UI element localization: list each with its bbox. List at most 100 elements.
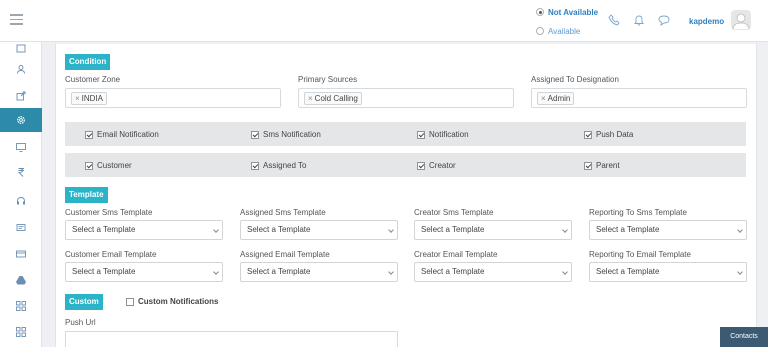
checkbox-label: Email Notification <box>97 130 159 139</box>
customer-zone-label: Customer Zone <box>65 75 121 84</box>
checkbox-label: Push Data <box>596 130 634 139</box>
select-value: Select a Template <box>72 267 136 276</box>
checkbox-checked-icon[interactable] <box>417 130 425 139</box>
chevron-down-icon <box>213 227 219 233</box>
checkbox-checked-icon[interactable] <box>85 130 93 139</box>
checkbox-checked-icon[interactable] <box>251 130 259 139</box>
sidebar-item-monitor[interactable] <box>0 135 42 159</box>
customer-zone-input[interactable]: × INDIA <box>65 88 281 108</box>
bell-icon[interactable] <box>633 14 645 26</box>
assigned-designation-input[interactable]: × Admin <box>531 88 747 108</box>
assigned-email-template-label: Assigned Email Template <box>240 250 330 259</box>
checkbox-label: Notification <box>429 130 469 139</box>
sidebar-item-drive[interactable] <box>0 268 42 292</box>
contacts-button[interactable]: Contacts <box>720 327 768 347</box>
avatar[interactable] <box>731 10 751 30</box>
monitor-icon <box>16 143 26 152</box>
creator-email-template-select[interactable]: Select a Template <box>414 262 572 282</box>
checkbox-checked-icon[interactable] <box>417 161 425 170</box>
checkbox-label: Parent <box>596 161 620 170</box>
checkbox-label: Customer <box>97 161 132 170</box>
sidebar-item-headset[interactable] <box>0 189 42 213</box>
customer-email-template-select[interactable]: Select a Template <box>65 262 223 282</box>
sidebar-item-apps[interactable] <box>0 320 42 344</box>
checkbox-label: Creator <box>429 161 456 170</box>
notification-types-row: Email Notification Sms Notification Noti… <box>65 122 746 146</box>
creator-email-template-label: Creator Email Template <box>414 250 498 259</box>
push-url-input[interactable] <box>65 331 398 347</box>
sidebar-item-grid[interactable] <box>0 294 42 318</box>
remove-tag-icon[interactable]: × <box>75 94 80 103</box>
main-panel: Condition Customer Zone × INDIA Primary S… <box>55 44 757 347</box>
remove-tag-icon[interactable]: × <box>541 94 546 103</box>
recipients-row: Customer Assigned To Creator Parent <box>65 153 746 177</box>
primary-sources-input[interactable]: × Cold Calling <box>298 88 514 108</box>
chevron-down-icon <box>562 269 568 275</box>
checkbox-unchecked-icon[interactable] <box>126 297 134 306</box>
push-data-checkbox[interactable]: Push Data <box>584 130 633 139</box>
assigned-designation-label: Assigned To Designation <box>531 75 619 84</box>
checkbox-label: Sms Notification <box>263 130 321 139</box>
checkbox-label: Assigned To <box>263 161 307 170</box>
assigned-to-checkbox[interactable]: Assigned To <box>251 161 306 170</box>
chevron-down-icon <box>562 227 568 233</box>
radio-unselected-icon[interactable] <box>536 27 544 35</box>
users-icon <box>17 65 25 74</box>
phone-icon[interactable] <box>608 14 620 26</box>
select-value: Select a Template <box>421 225 485 234</box>
headset-icon <box>17 197 25 205</box>
assigned-sms-template-select[interactable]: Select a Template <box>240 220 398 240</box>
user-name[interactable]: kapdemo <box>689 17 724 26</box>
sidebar-item-export[interactable] <box>0 84 42 108</box>
customer-sms-template-select[interactable]: Select a Template <box>65 220 223 240</box>
customer-sms-template-label: Customer Sms Template <box>65 208 153 217</box>
primary-source-tag[interactable]: × Cold Calling <box>304 92 362 105</box>
sidebar <box>0 42 42 347</box>
assigned-email-template-select[interactable]: Select a Template <box>240 262 398 282</box>
select-value: Select a Template <box>72 225 136 234</box>
sidebar-item-rupee[interactable] <box>0 160 42 184</box>
sidebar-item-settings[interactable] <box>0 108 42 132</box>
checkbox-checked-icon[interactable] <box>584 161 592 170</box>
creator-sms-template-label: Creator Sms Template <box>414 208 494 217</box>
settings-icon <box>17 116 25 124</box>
select-value: Select a Template <box>421 267 485 276</box>
message-icon <box>16 224 26 231</box>
chat-icon[interactable] <box>658 14 670 26</box>
creator-sms-template-select[interactable]: Select a Template <box>414 220 572 240</box>
status-available-option[interactable]: Available <box>536 25 598 37</box>
primary-sources-label: Primary Sources <box>298 75 358 84</box>
tag-label: INDIA <box>81 94 104 103</box>
select-value: Select a Template <box>247 267 311 276</box>
creator-checkbox[interactable]: Creator <box>417 161 456 170</box>
chevron-down-icon <box>737 269 743 275</box>
status-not-available-option[interactable]: Not Available <box>536 6 598 18</box>
chevron-down-icon <box>388 269 394 275</box>
remove-tag-icon[interactable]: × <box>308 94 313 103</box>
sidebar-item-users[interactable] <box>0 57 42 81</box>
reporting-sms-template-select[interactable]: Select a Template <box>589 220 747 240</box>
rupee-icon <box>17 168 24 177</box>
notification-checkbox[interactable]: Notification <box>417 130 469 139</box>
custom-notifications-checkbox[interactable]: Custom Notifications <box>126 297 218 306</box>
chevron-down-icon <box>737 227 743 233</box>
radio-selected-icon[interactable] <box>536 8 544 16</box>
chevron-down-icon <box>388 227 394 233</box>
sidebar-item-message[interactable] <box>0 216 42 240</box>
reporting-email-template-select[interactable]: Select a Template <box>589 262 747 282</box>
hamburger-menu-icon[interactable] <box>10 14 23 25</box>
designation-tag[interactable]: × Admin <box>537 92 575 105</box>
customer-checkbox[interactable]: Customer <box>85 161 132 170</box>
sms-notification-checkbox[interactable]: Sms Notification <box>251 130 321 139</box>
user-avatar-icon <box>732 13 750 30</box>
checkbox-checked-icon[interactable] <box>85 161 93 170</box>
sidebar-item-card[interactable] <box>0 242 42 266</box>
email-notification-checkbox[interactable]: Email Notification <box>85 130 159 139</box>
reporting-email-template-label: Reporting To Email Template <box>589 250 691 259</box>
select-value: Select a Template <box>596 267 660 276</box>
custom-section-title: Custom <box>65 294 103 310</box>
parent-checkbox[interactable]: Parent <box>584 161 620 170</box>
checkbox-checked-icon[interactable] <box>251 161 259 170</box>
customer-zone-tag[interactable]: × INDIA <box>71 92 108 105</box>
checkbox-checked-icon[interactable] <box>584 130 592 139</box>
